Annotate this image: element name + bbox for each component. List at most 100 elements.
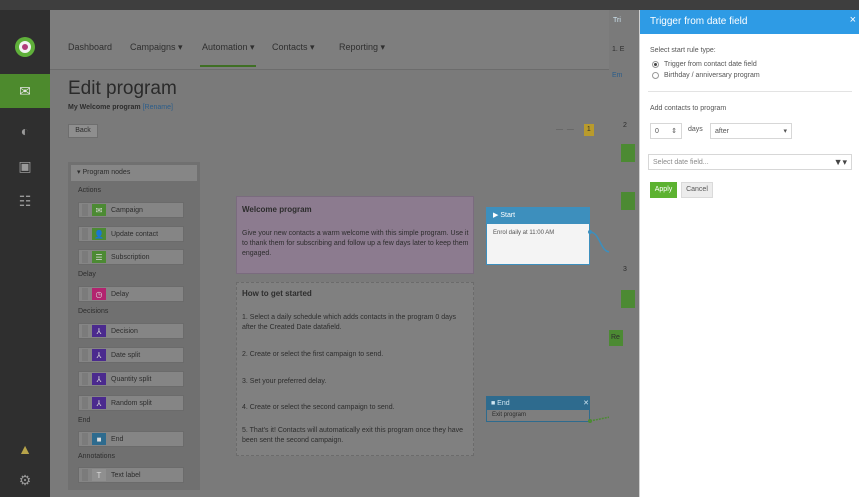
- drag-handle[interactable]: [82, 204, 88, 216]
- chevron-down-icon: ▾: [783, 128, 787, 135]
- node-label: End: [111, 435, 124, 443]
- drag-handle[interactable]: [82, 397, 88, 409]
- pie-chart-icon[interactable]: ◐: [0, 116, 50, 146]
- howto-step-1: 1. Select a daily schedule which adds co…: [242, 314, 457, 331]
- program-nodes-header[interactable]: ▾ Program nodes: [71, 165, 197, 181]
- filter-icon[interactable]: ▼▾: [834, 157, 847, 168]
- node-end[interactable]: ■ End: [78, 431, 184, 447]
- node-date-split[interactable]: ⅄ Date split: [78, 347, 184, 363]
- nav-contacts[interactable]: Contacts ▾: [272, 42, 315, 53]
- option-birthday-program[interactable]: Birthday / anniversary program: [652, 72, 760, 79]
- form-icon[interactable]: ☷: [0, 186, 50, 216]
- node-label: Date split: [111, 351, 141, 359]
- end-node-bar: ■ End ✕: [487, 397, 589, 410]
- sidebar-rail: ✉ ◐ ▣ ☷ ▲ ⚙: [0, 10, 50, 497]
- decision-icon: ⅄: [92, 325, 106, 337]
- background-panel-edge: Tri 1. E Em 2 3 Re: [609, 10, 639, 497]
- node-delay[interactable]: ◷ Delay: [78, 286, 184, 302]
- active-nav-underline: [200, 65, 256, 67]
- add-contacts-label: Add contacts to program: [650, 105, 727, 112]
- nav-campaigns[interactable]: Campaigns ▾: [130, 42, 183, 53]
- behind-row-3: Re: [609, 330, 623, 346]
- rename-link[interactable]: [Rename]: [143, 104, 173, 111]
- program-nodes-panel: ▾ Program nodes Actions ✉ Campaign 👤 Updat…: [68, 162, 200, 490]
- back-button[interactable]: Back: [68, 124, 98, 138]
- start-node-text: Enrol daily at 11:00 AM: [493, 230, 555, 236]
- zoom-controls: — — 1: [556, 124, 594, 136]
- behind-green-2: [621, 192, 635, 210]
- drag-handle[interactable]: [82, 349, 88, 361]
- cancel-button[interactable]: Cancel: [681, 182, 713, 198]
- nav-automation[interactable]: Automation ▾: [202, 42, 255, 53]
- quantity-split-icon: ⅄: [92, 373, 106, 385]
- node-label: Delay: [111, 290, 129, 298]
- node-label: Random split: [111, 399, 152, 407]
- app-logo[interactable]: [0, 32, 50, 62]
- option-label: Trigger from contact date field: [664, 61, 757, 68]
- start-node[interactable]: ▶ Start Enrol daily at 11:00 AM: [486, 207, 590, 265]
- top-strip: [0, 0, 859, 10]
- node-subscription[interactable]: ☰ Subscription: [78, 249, 184, 265]
- drag-handle[interactable]: [82, 288, 88, 300]
- node-label: Subscription: [111, 253, 150, 261]
- radio-selected[interactable]: [652, 61, 659, 68]
- update-contact-icon: 👤: [92, 228, 106, 240]
- mail-icon[interactable]: ✉: [0, 74, 50, 108]
- apply-button[interactable]: Apply: [650, 182, 677, 198]
- stepper-arrows-icon[interactable]: ⇕: [671, 127, 677, 135]
- close-drawer-button[interactable]: ×: [850, 14, 856, 26]
- drag-handle[interactable]: [82, 469, 88, 481]
- end-node-title: ■ End: [491, 400, 510, 407]
- drawer-title: Trigger from date field: [650, 16, 748, 27]
- welcome-title: Welcome program: [242, 205, 312, 214]
- divider: [648, 91, 852, 92]
- random-split-icon: ⅄: [92, 397, 106, 409]
- end-node-text: Exit program: [492, 412, 527, 418]
- drag-handle[interactable]: [82, 228, 88, 240]
- radio-unselected[interactable]: [652, 72, 659, 79]
- drag-handle[interactable]: [82, 325, 88, 337]
- group-end: End: [78, 417, 91, 424]
- option-contact-date-field[interactable]: Trigger from contact date field: [652, 61, 757, 68]
- date-field-select[interactable]: Select date field... ▼▾: [648, 154, 852, 170]
- start-node-title: ▶ Start: [487, 208, 589, 224]
- welcome-text: Give your new contacts a warm welcome wi…: [242, 230, 469, 257]
- drag-handle[interactable]: [82, 433, 88, 445]
- calendar-icon[interactable]: ▣: [0, 151, 50, 181]
- trigger-drawer: Trigger from date field × Select start r…: [639, 10, 859, 497]
- pager-badge[interactable]: 1: [583, 124, 594, 136]
- behind-green-3: [621, 290, 635, 308]
- welcome-annotation[interactable]: Welcome program Give your new contacts a…: [236, 196, 474, 274]
- node-quantity-split[interactable]: ⅄ Quantity split: [78, 371, 184, 387]
- behind-green-1: [621, 144, 635, 162]
- drag-handle[interactable]: [82, 373, 88, 385]
- group-actions: Actions: [78, 187, 101, 194]
- program-name-line: My Welcome program [Rename]: [68, 104, 173, 111]
- end-node[interactable]: ■ End ✕ Exit program: [486, 396, 590, 422]
- drag-handle[interactable]: [82, 251, 88, 263]
- program-name: My Welcome program: [68, 104, 141, 111]
- node-decision[interactable]: ⅄ Decision: [78, 323, 184, 339]
- when-select[interactable]: after ▾: [710, 123, 792, 139]
- node-random-split[interactable]: ⅄ Random split: [78, 395, 184, 411]
- close-icon[interactable]: ✕: [583, 397, 589, 410]
- days-stepper[interactable]: 0 ⇕: [650, 123, 682, 139]
- notification-bell-icon[interactable]: ▲: [0, 434, 50, 464]
- node-campaign[interactable]: ✉ Campaign: [78, 202, 184, 218]
- howto-step-5: 5. That's it! Contacts will automaticall…: [242, 427, 464, 444]
- days-value: 0: [655, 127, 659, 135]
- user-settings-icon[interactable]: ⚙: [0, 465, 50, 495]
- delay-clock-icon: ◷: [92, 288, 106, 300]
- howto-annotation[interactable]: How to get started 1. Select a daily sch…: [236, 282, 474, 456]
- nav-reporting[interactable]: Reporting ▾: [339, 42, 385, 53]
- howto-step-2: 2. Create or select the first campaign t…: [242, 351, 384, 358]
- node-update-contact[interactable]: 👤 Update contact: [78, 226, 184, 242]
- group-delay: Delay: [78, 271, 96, 278]
- nav-dashboard[interactable]: Dashboard: [68, 42, 112, 52]
- end-connector: [588, 416, 610, 423]
- node-label: Update contact: [111, 230, 159, 238]
- node-text-label[interactable]: T Text label: [78, 467, 184, 483]
- days-unit: days: [688, 126, 703, 133]
- rule-type-label: Select start rule type:: [650, 47, 716, 54]
- behind-row-1: 1. E: [612, 46, 625, 53]
